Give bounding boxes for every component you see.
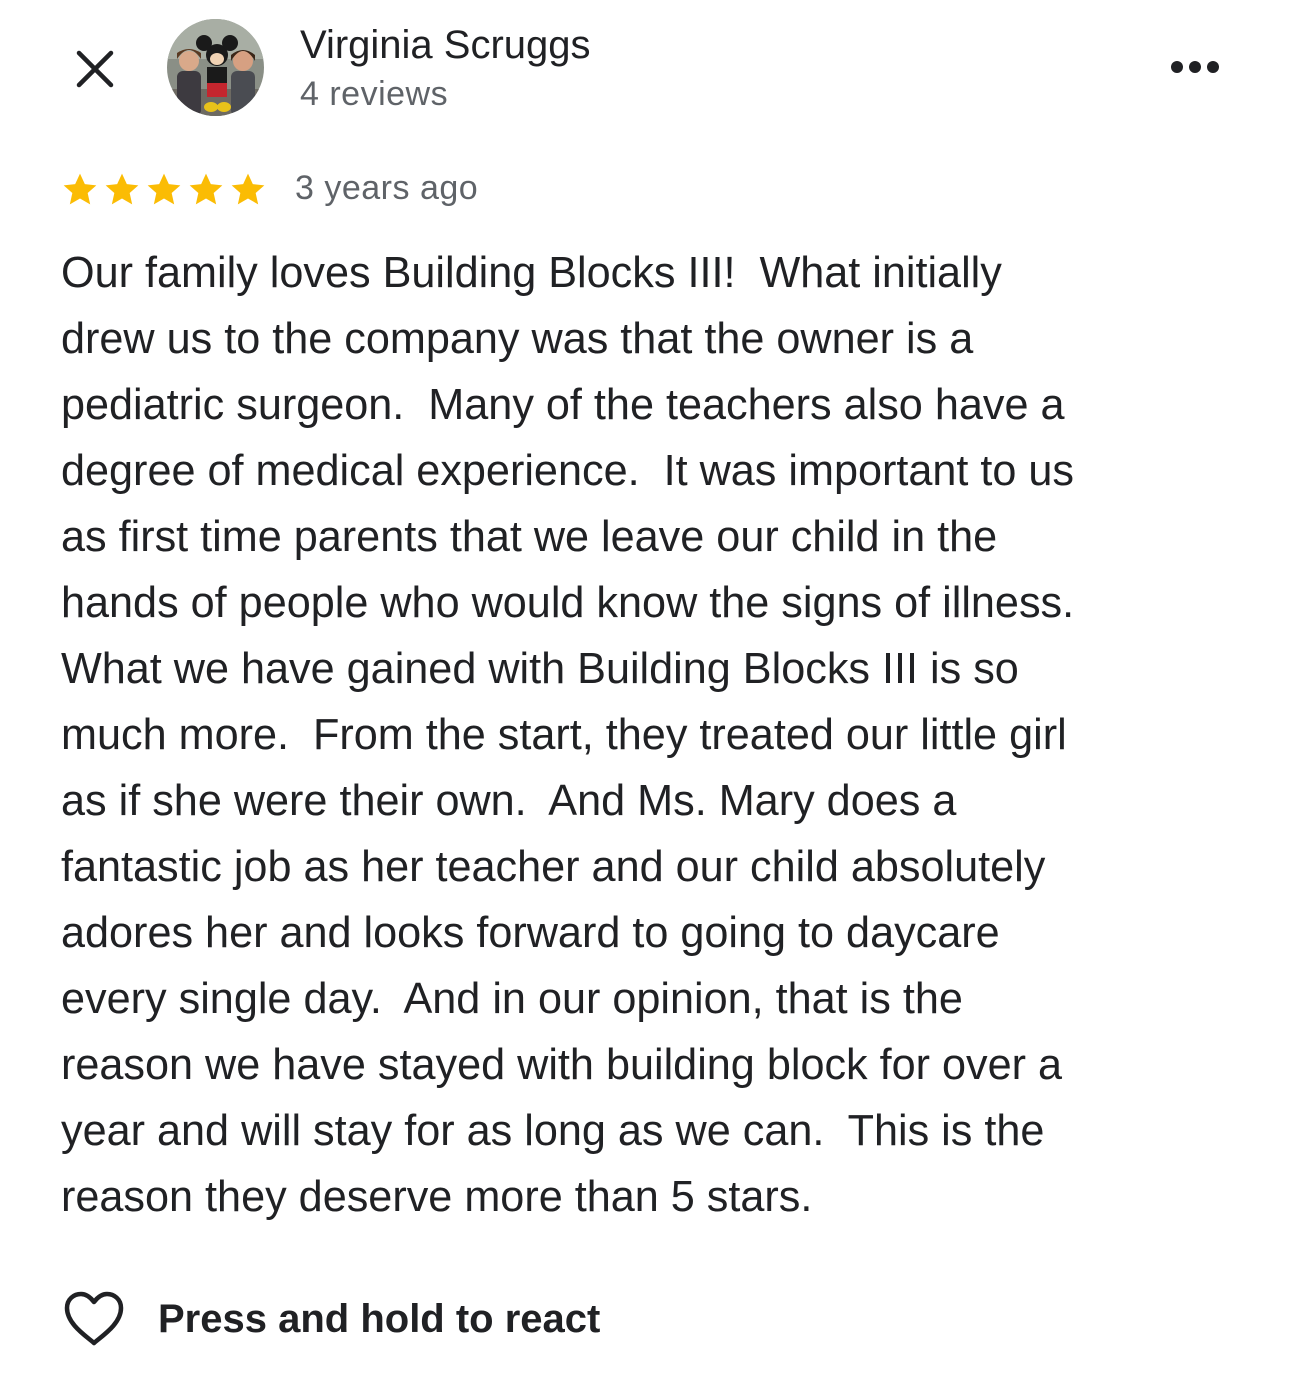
review-line: drew us to the company was that the owne… — [61, 315, 974, 363]
star-rating — [60, 170, 268, 210]
react-button[interactable]: Press and hold to react — [62, 1290, 600, 1348]
review-line: as first time parents that we leave our … — [61, 513, 998, 561]
more-options-button[interactable] — [1160, 45, 1230, 89]
review-timestamp: 3 years ago — [295, 169, 479, 207]
star-icon — [231, 173, 265, 205]
review-line: adores her and looks forward to going to… — [61, 909, 1000, 957]
review-line: fantastic job as her teacher and our chi… — [61, 843, 1046, 891]
reviewer-name[interactable]: Virginia Scruggs — [300, 20, 591, 70]
review-line: year and will stay for as long as we can… — [61, 1107, 1045, 1155]
review-line: as if she were their own. And Ms. Mary d… — [61, 777, 957, 825]
avatar-photo — [167, 19, 264, 116]
heart-outline-icon — [64, 1291, 124, 1346]
review-line: pediatric surgeon. Many of the teachers … — [61, 381, 1065, 429]
review-count: 4 reviews — [300, 75, 449, 113]
more-horizontal-icon — [1171, 61, 1219, 73]
star-icon — [63, 173, 97, 205]
close-icon — [76, 50, 114, 88]
review-line: hands of people who would know the signs… — [61, 579, 1075, 627]
close-button[interactable] — [66, 40, 124, 98]
review-line: much more. From the start, they treated … — [61, 711, 1067, 759]
review-line: reason they deserve more than 5 stars. — [61, 1173, 813, 1221]
review-line: degree of medical experience. It was imp… — [61, 447, 1075, 495]
review-line: reason we have stayed with building bloc… — [61, 1041, 1063, 1089]
star-icon — [105, 173, 139, 205]
star-icon — [147, 173, 181, 205]
review-line: every single day. And in our opinion, th… — [61, 975, 963, 1023]
star-icon — [189, 173, 223, 205]
react-label: Press and hold to react — [158, 1296, 601, 1341]
review-line: Our family loves Building Blocks III! Wh… — [61, 249, 1002, 297]
review-line: What we have gained with Building Blocks… — [61, 645, 1019, 693]
avatar[interactable] — [167, 19, 264, 116]
review-text: Our family loves Building Blocks III! Wh… — [61, 240, 1236, 1230]
